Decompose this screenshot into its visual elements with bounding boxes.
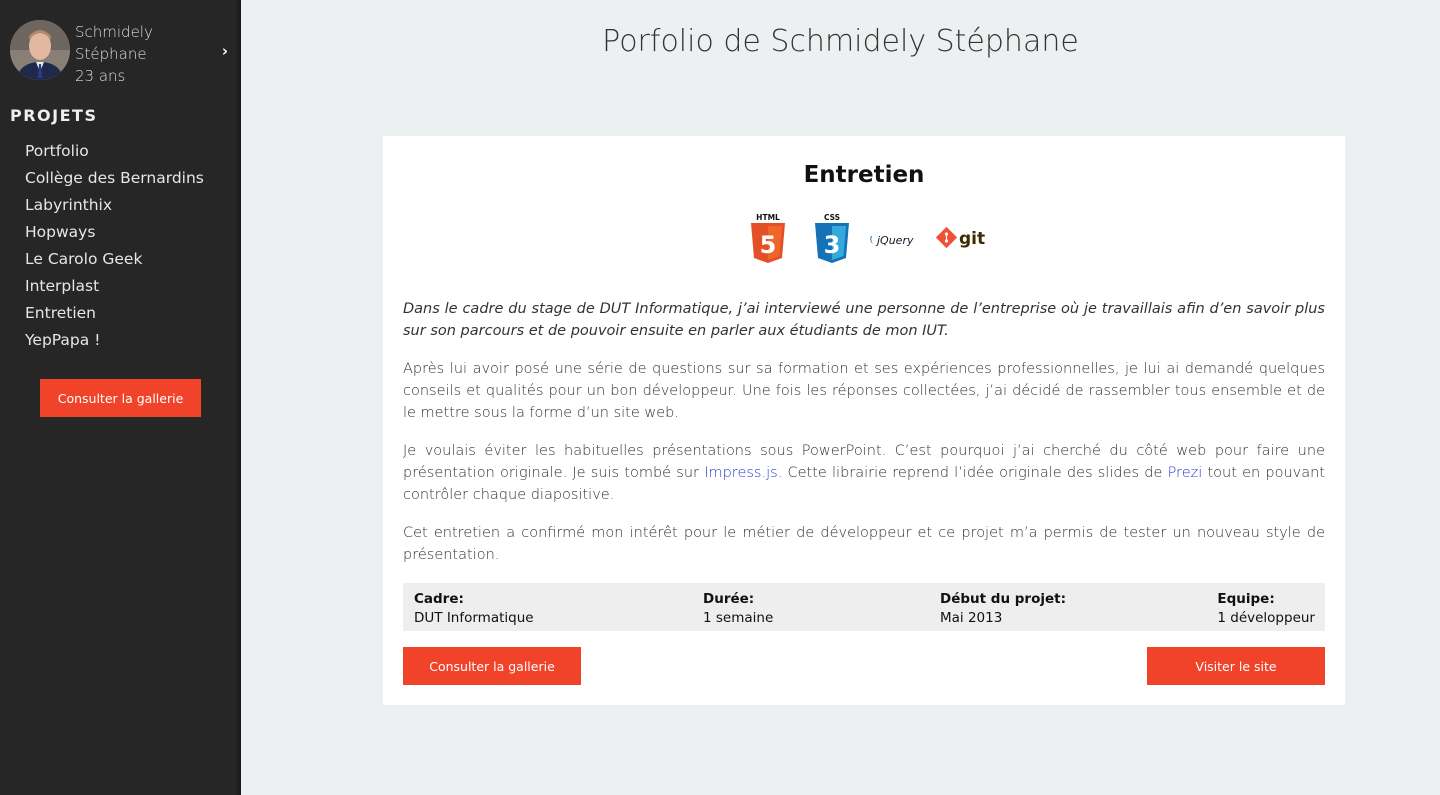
sidebar-item-le-carolo-geek[interactable]: Le Carolo Geek xyxy=(25,246,204,273)
info-duree-value: 1 semaine xyxy=(703,610,774,626)
html5-icon: HTML 5 xyxy=(749,212,787,270)
sidebar-item-labyrinthix[interactable]: Labyrinthix xyxy=(25,192,204,219)
info-duree: Durée: 1 semaine xyxy=(703,590,773,628)
git-icon: git xyxy=(935,226,991,256)
visit-site-button[interactable]: Visiter le site xyxy=(1147,647,1325,685)
project-nav: Portfolio Collège des Bernardins Labyrin… xyxy=(25,138,204,354)
sidebar-item-yeppapa[interactable]: YepPapa ! xyxy=(25,327,204,354)
gallery-button[interactable]: Consulter la gallerie xyxy=(403,647,581,685)
profile-age: 23 ans xyxy=(75,67,126,85)
info-equipe-label: Equipe: xyxy=(1217,591,1275,607)
info-equipe: Equipe: 1 développeur xyxy=(1217,590,1315,628)
sidebar-item-entretien[interactable]: Entretien xyxy=(25,300,204,327)
project-description: Dans le cadre du stage de DUT Informatiq… xyxy=(403,298,1325,582)
project-card: Entretien HTML 5 CSS 3 jQuery git Dans l… xyxy=(383,136,1345,705)
css3-icon: CSS 3 xyxy=(813,212,851,270)
sidebar: Schmidely Stéphane 23 ans › PROJETS Port… xyxy=(0,0,241,795)
sidebar-item-interplast[interactable]: Interplast xyxy=(25,273,204,300)
project-info-bar: Cadre: DUT Informatique Durée: 1 semaine… xyxy=(403,583,1325,631)
git-icon-label: git xyxy=(959,229,985,249)
chevron-right-icon[interactable]: › xyxy=(222,42,228,60)
sidebar-item-portfolio[interactable]: Portfolio xyxy=(25,138,204,165)
project-paragraph-4: Cet entretien a confirmé mon intérêt pou… xyxy=(403,525,1325,563)
prezi-link[interactable]: Prezi xyxy=(1168,465,1203,481)
info-debut-label: Début du projet: xyxy=(940,591,1066,607)
project-intro: Dans le cadre du stage de DUT Informatiq… xyxy=(403,301,1325,339)
profile-firstname: Schmidely xyxy=(75,23,153,41)
css3-icon-label: CSS xyxy=(824,213,840,222)
jquery-icon: jQuery xyxy=(869,232,923,252)
info-debut-value: Mai 2013 xyxy=(940,610,1003,626)
info-cadre-value: DUT Informatique xyxy=(414,610,534,626)
project-title: Entretien xyxy=(803,162,925,188)
svg-text:3: 3 xyxy=(824,231,841,259)
sidebar-item-hopways[interactable]: Hopways xyxy=(25,219,204,246)
profile-header[interactable]: Schmidely Stéphane 23 ans › xyxy=(10,20,232,87)
page-title: Porfolio de Schmidely Stéphane xyxy=(602,24,1079,59)
info-duree-label: Durée: xyxy=(703,591,755,607)
info-cadre: Cadre: DUT Informatique xyxy=(414,590,534,628)
profile-info: Schmidely Stéphane 23 ans xyxy=(75,21,153,87)
avatar xyxy=(10,20,70,80)
svg-text:5: 5 xyxy=(760,231,777,259)
sidebar-gallery-button[interactable]: Consulter la gallerie xyxy=(40,379,201,417)
jquery-icon-label: jQuery xyxy=(875,234,914,247)
project-paragraph-3: Je voulais éviter les habituelles présen… xyxy=(403,440,1325,506)
sidebar-item-college-des-bernardins[interactable]: Collège des Bernardins xyxy=(25,165,204,192)
project-paragraph-2: Après lui avoir posé une série de questi… xyxy=(403,361,1325,421)
html5-icon-label: HTML xyxy=(756,213,780,222)
info-equipe-value: 1 développeur xyxy=(1217,610,1315,626)
info-cadre-label: Cadre: xyxy=(414,591,464,607)
info-debut: Début du projet: Mai 2013 xyxy=(940,590,1066,628)
section-title-projets: PROJETS xyxy=(10,106,98,125)
paragraph-3-text-2: . Cette librairie reprend l’idée origina… xyxy=(777,465,1168,481)
profile-lastname: Stéphane xyxy=(75,45,147,63)
impressjs-link[interactable]: Impress.js xyxy=(704,465,777,481)
